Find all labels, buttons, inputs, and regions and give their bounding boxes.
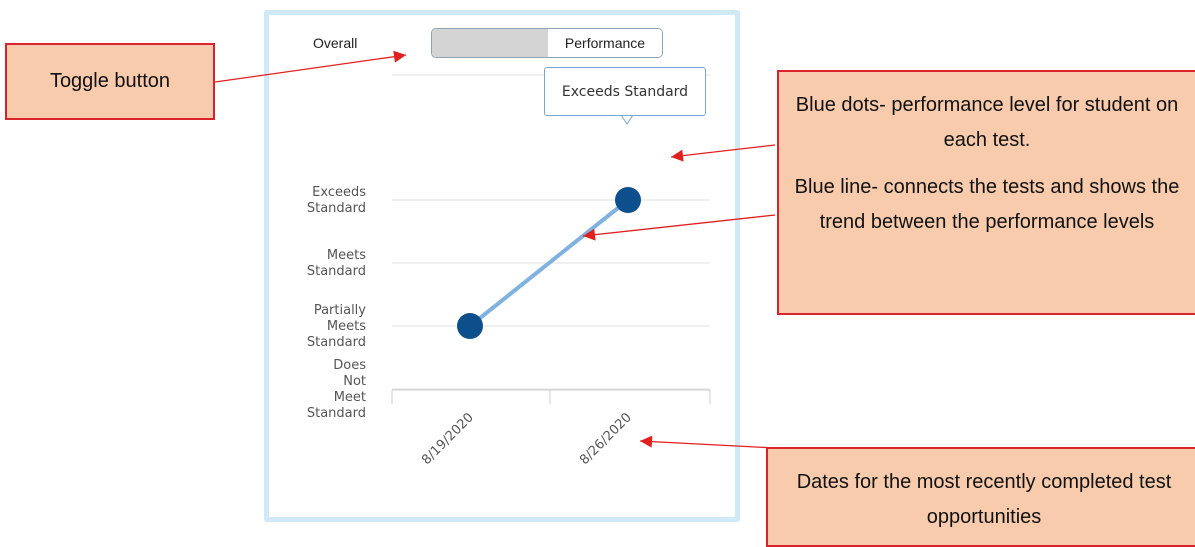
chart-tooltip: Exceeds Standard: [544, 67, 706, 116]
callout-dates-text: Dates for the most recently completed te…: [796, 471, 1172, 528]
y-axis-tick-label-line: Meet: [334, 390, 366, 405]
y-axis-tick-label-line: Exceeds: [312, 185, 366, 200]
data-point[interactable]: [457, 313, 483, 339]
y-axis-tick-label: Meets Standard: [307, 248, 366, 279]
callout-line-and-dots: Blue dots- performance level for student…: [777, 70, 1195, 315]
callout-line-text: Blue line- connects the tests and shows …: [794, 176, 1180, 233]
tooltip-pointer: [620, 114, 634, 125]
y-axis-tick-label-line: Standard: [307, 201, 366, 216]
y-axis-tick-label-line: Standard: [307, 406, 366, 421]
y-axis-tick-label-line: Does: [333, 358, 366, 373]
callout-dots-text: Blue dots- performance level for student…: [795, 94, 1179, 151]
x-axis-tick-label: 8/26/2020: [577, 410, 635, 468]
y-axis-tick-label: Partially Meets Standard: [307, 303, 366, 350]
arrow-to-toggle-head: [393, 50, 406, 63]
arrow-to-line: [582, 214, 776, 237]
callout-toggle: Toggle button: [5, 43, 215, 120]
arrow-to-toggle: [214, 54, 407, 83]
y-axis-tick-label-line: Partially: [314, 303, 366, 318]
arrow-to-dates-head: [640, 435, 653, 448]
y-axis-tick-label: Does Not Meet Standard: [307, 358, 366, 421]
callout-dates: Dates for the most recently completed te…: [766, 447, 1195, 547]
data-point[interactable]: [615, 187, 641, 213]
y-axis-tick-label-line: Meets: [327, 248, 366, 263]
y-axis-tick-label-line: Standard: [307, 335, 366, 350]
y-axis-tick-label-line: Not: [343, 374, 366, 389]
arrow-to-dots-head: [671, 149, 684, 162]
x-axis-tick-label: 8/19/2020: [419, 410, 477, 468]
arrow-to-dots: [670, 144, 776, 158]
y-axis-tick-label-line: Meets: [327, 319, 366, 334]
y-axis-tick-label-line: Standard: [307, 264, 366, 279]
y-axis-tick-label: Exceeds Standard: [307, 185, 366, 216]
